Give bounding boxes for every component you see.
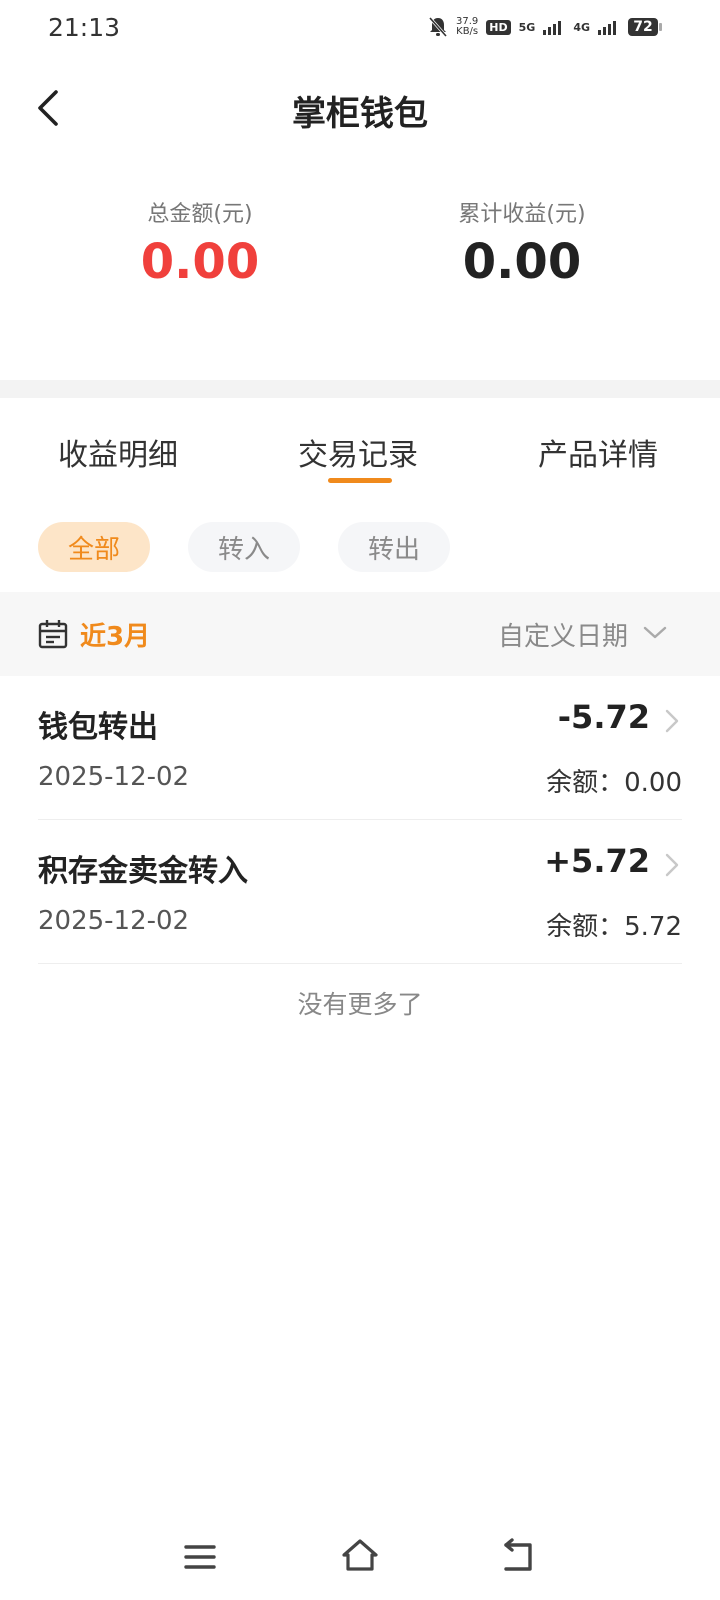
transaction-list: 钱包转出 2025-12-02 -5.72 余额：0.00 积存金卖金转入 20… (38, 676, 682, 964)
total-amount-value: 0.00 (140, 234, 260, 290)
speed-unit: KB/s (456, 26, 479, 37)
transaction-title: 钱包转出 (38, 710, 158, 745)
status-icons: 37.9 KB/s HD 5G 4G 72 (428, 16, 662, 38)
home-icon[interactable] (340, 1535, 380, 1575)
status-time: 21:13 (48, 13, 121, 42)
transaction-amount: -5.72 (557, 698, 650, 736)
transaction-balance: 余额：5.72 (546, 912, 682, 942)
status-bar: 21:13 37.9 KB/s HD 5G 4G 72 (0, 0, 720, 54)
chevron-down-icon[interactable] (642, 622, 668, 644)
transaction-title: 积存金卖金转入 (38, 854, 248, 889)
cumulative-earnings-label: 累计收益(元) (458, 202, 586, 227)
transaction-amount: +5.72 (544, 842, 650, 880)
date-filter-bar: 近3月 自定义日期 (0, 592, 720, 676)
network-5g-label: 5G (518, 20, 536, 34)
header: 掌柜钱包 (0, 70, 720, 146)
total-amount-label: 总金额(元) (147, 202, 253, 227)
tab-transaction-records[interactable]: 交易记录 (298, 430, 418, 474)
custom-date-selector[interactable]: 自定义日期 (498, 616, 628, 653)
filter-transfer-in[interactable]: 转入 (188, 522, 300, 572)
transaction-row[interactable]: 钱包转出 2025-12-02 -5.72 余额：0.00 (38, 676, 682, 820)
menu-icon[interactable] (180, 1537, 220, 1577)
page-title: 掌柜钱包 (292, 94, 428, 134)
tab-product-details[interactable]: 产品详情 (538, 430, 658, 474)
hd-badge: HD (486, 19, 511, 35)
bell-muted-icon (428, 17, 448, 37)
battery-level: 72 (633, 19, 653, 35)
calendar-icon (38, 620, 68, 649)
transaction-row[interactable]: 积存金卖金转入 2025-12-02 +5.72 余额：5.72 (38, 820, 682, 964)
tab-earnings-detail[interactable]: 收益明细 (58, 430, 178, 474)
network-speed: 37.9 KB/s (456, 17, 478, 37)
chevron-right-icon (665, 709, 679, 733)
date-range-selector[interactable]: 近3月 (80, 616, 150, 653)
back-nav-icon[interactable] (500, 1537, 540, 1577)
chevron-right-icon (665, 853, 679, 877)
transaction-date: 2025-12-02 (38, 762, 190, 792)
wallet-summary: 总金额(元) 0.00 累计收益(元) 0.00 (0, 196, 720, 316)
tab-bar: 收益明细 交易记录 产品详情 (0, 420, 720, 490)
cumulative-earnings-value: 0.00 (462, 234, 582, 290)
system-nav-bar (0, 1535, 720, 1585)
active-tab-indicator (328, 478, 392, 483)
cumulative-earnings-block: 累计收益(元) 0.00 (372, 196, 672, 290)
battery-icon: 72 (628, 18, 662, 36)
filter-chips: 全部 转入 转出 (38, 522, 450, 572)
signal-5g-icon (543, 21, 562, 35)
section-divider (0, 380, 720, 398)
transaction-date: 2025-12-02 (38, 906, 190, 936)
no-more-text: 没有更多了 (297, 990, 423, 1019)
transaction-balance: 余额：0.00 (546, 768, 682, 798)
network-4g-label: 4G (573, 20, 590, 34)
filter-transfer-out[interactable]: 转出 (338, 522, 450, 572)
signal-4g-icon (598, 21, 616, 35)
total-amount-block: 总金额(元) 0.00 (50, 196, 350, 290)
filter-all[interactable]: 全部 (38, 522, 150, 572)
